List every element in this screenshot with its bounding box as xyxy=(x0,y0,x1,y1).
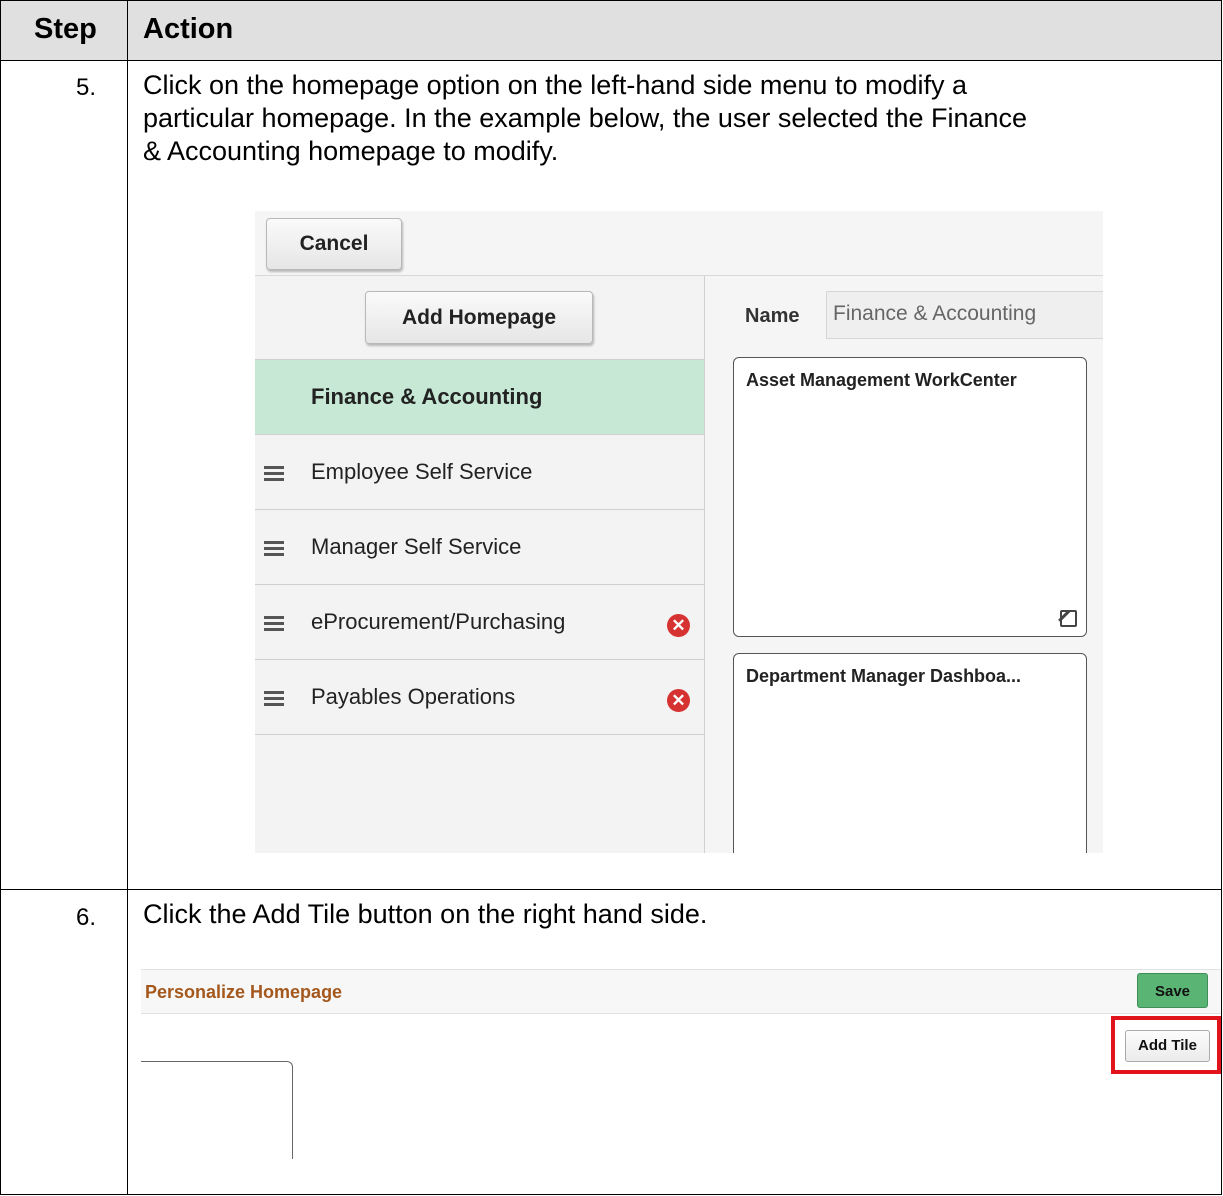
highlight-box xyxy=(1111,1016,1221,1074)
personalize-header: Personalize Homepage Save xyxy=(141,969,1221,1014)
tile-title: Department Manager Dashboa... xyxy=(746,666,1022,686)
drag-handle-icon[interactable] xyxy=(264,691,284,706)
homepage-name-field[interactable]: Finance & Accounting xyxy=(826,291,1103,339)
step-number: 6. xyxy=(76,904,97,931)
tile-card[interactable]: Asset Management WorkCenter xyxy=(733,357,1087,637)
x-circle-icon[interactable]: ✕ xyxy=(667,614,690,637)
tile-card[interactable] xyxy=(141,1061,293,1159)
homepage-item-label: eProcurement/Purchasing xyxy=(311,609,566,634)
add-homepage-button[interactable]: Add Homepage xyxy=(365,291,593,344)
homepage-item-label: Manager Self Service xyxy=(311,534,522,559)
page-title: Personalize Homepage xyxy=(145,982,343,1002)
cancel-button[interactable]: Cancel xyxy=(266,218,402,270)
instruction-line: Click the Add Tile button on the right h… xyxy=(143,899,708,929)
save-button[interactable]: Save xyxy=(1137,973,1208,1008)
tile-card[interactable]: Department Manager Dashboa... xyxy=(733,653,1087,853)
homepage-item-eprocurement[interactable]: eProcurement/Purchasing ✕ xyxy=(255,585,704,660)
homepage-item-label: Finance & Accounting xyxy=(311,384,543,409)
x-circle-icon[interactable]: ✕ xyxy=(667,689,690,712)
drag-handle-icon[interactable] xyxy=(264,541,284,556)
edit-icon[interactable] xyxy=(1060,610,1077,627)
homepage-item-finance-accounting[interactable]: Finance & Accounting xyxy=(255,360,704,435)
name-label: Name xyxy=(745,305,800,327)
homepage-list: Add Homepage Finance & Accounting Employ… xyxy=(255,276,705,853)
instruction-line: Click on the homepage option on the left… xyxy=(143,70,968,100)
row-divider xyxy=(1,889,1221,890)
personalize-homepage-screenshot: Personalize Homepage Save Add Tile xyxy=(141,969,1222,1169)
instruction-line: particular homepage. In the example belo… xyxy=(143,103,1028,133)
action-header: Action xyxy=(143,13,234,45)
instruction-line: & Accounting homepage to modify. xyxy=(143,136,559,166)
homepage-item-employee-self-service[interactable]: Employee Self Service xyxy=(255,435,704,510)
homepage-detail: Name Finance & Accounting Asset Manageme… xyxy=(705,276,1103,853)
editor-toolbar: Cancel xyxy=(255,211,1103,276)
column-divider xyxy=(127,1,128,1194)
homepage-editor-screenshot: Cancel Add Homepage Finance & Accounting… xyxy=(255,211,1103,853)
tile-title: Asset Management WorkCenter xyxy=(746,370,1017,390)
homepage-item-manager-self-service[interactable]: Manager Self Service xyxy=(255,510,704,585)
homepage-item-payables-operations[interactable]: Payables Operations ✕ xyxy=(255,660,704,735)
homepage-item-label: Payables Operations xyxy=(311,684,516,709)
homepage-item-label: Employee Self Service xyxy=(311,459,533,484)
add-homepage-area: Add Homepage xyxy=(255,276,704,360)
step-instruction: Click the Add Tile button on the right h… xyxy=(143,898,707,931)
step-number: 5. xyxy=(76,74,97,101)
drag-handle-icon[interactable] xyxy=(264,616,284,631)
header-divider xyxy=(1,60,1221,61)
step-instruction: Click on the homepage option on the left… xyxy=(143,69,1027,168)
step-header: Step xyxy=(34,13,97,45)
drag-handle-icon[interactable] xyxy=(264,466,284,481)
